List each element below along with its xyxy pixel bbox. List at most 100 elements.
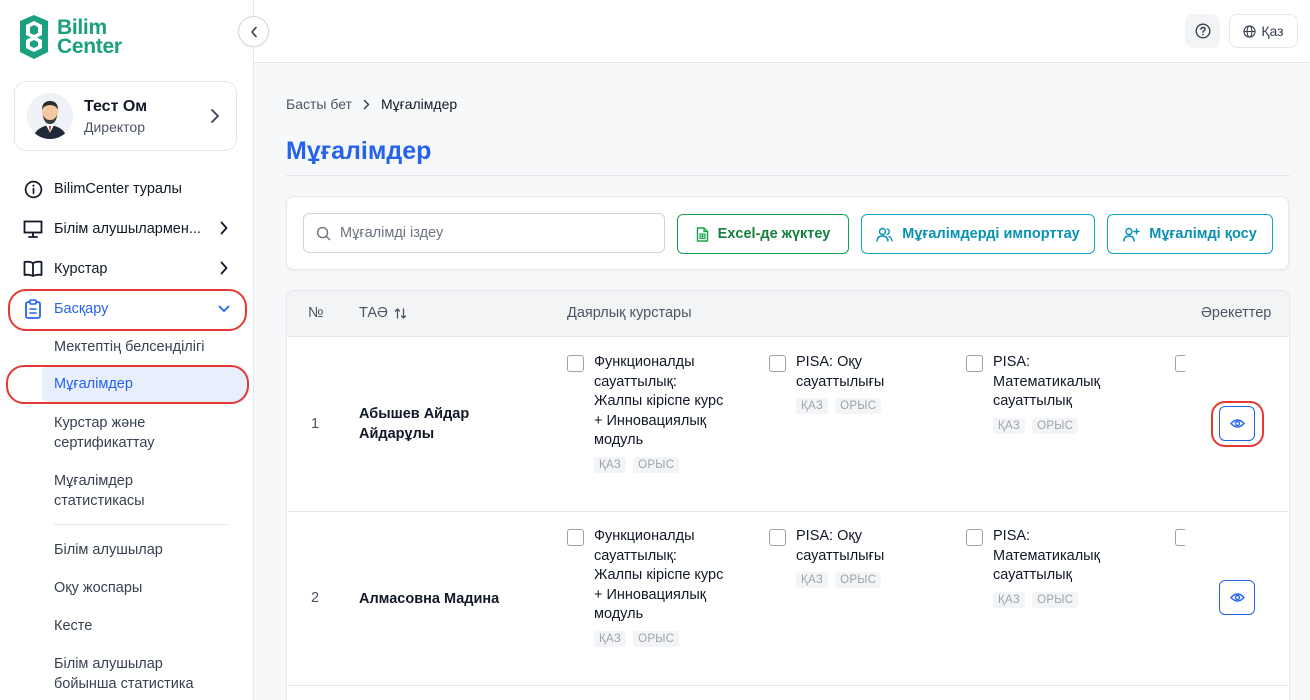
course-item: PISA: Математикалық сауаттылық ҚАЗ ОРЫС — [966, 527, 1126, 608]
nav-item-courses[interactable]: Курстар — [10, 251, 244, 287]
table-header: № ТАӘ Даярлық курстары Әрекеттер — [287, 291, 1289, 337]
import-teachers-button[interactable]: Мұғалімдерді импорттау — [861, 214, 1095, 254]
spreadsheet-file-icon — [696, 226, 709, 242]
table-row: 1 Абышев Айдар Айдарұлы Функционалды сау… — [287, 337, 1289, 512]
subnav-item-teacher-statistics[interactable]: Мұғалімдер статистикасы — [54, 471, 174, 511]
sidebar-divider — [54, 524, 229, 525]
help-circle-icon — [1194, 23, 1211, 39]
header-actions: Әрекеттер — [1201, 305, 1272, 321]
course-checkbox[interactable] — [567, 529, 584, 546]
nav-label: Білім алушылармен... — [54, 221, 201, 237]
nav-item-management[interactable]: Басқару — [10, 291, 244, 327]
subnav-item-school-activity[interactable]: Мектептің белсенділігі — [54, 337, 205, 357]
user-plus-icon — [1123, 227, 1140, 242]
language-tag: ҚАЗ — [993, 417, 1026, 434]
header-num: № — [308, 305, 324, 321]
language-tag: ОРЫС — [1032, 591, 1079, 608]
book-icon — [23, 259, 43, 279]
collapse-sidebar-button[interactable] — [238, 16, 269, 47]
course-item: PISA: Оқу сауаттылығы ҚАЗ ОРЫС — [769, 527, 919, 588]
breadcrumb-current: Мұғалімдер — [380, 96, 458, 112]
users-icon — [876, 227, 893, 242]
add-teacher-button[interactable]: Мұғалімді қосу — [1107, 214, 1273, 254]
nav-item-students[interactable]: Білім алушылармен... — [10, 211, 244, 247]
course-item: Функционалды сауаттылық: Жалпы кіріспе к… — [567, 353, 727, 473]
course-checkbox[interactable] — [966, 529, 983, 546]
monitor-icon — [23, 219, 43, 239]
eye-icon — [1229, 419, 1245, 428]
course-checkbox[interactable] — [769, 529, 786, 546]
subnav-item-courses-certification[interactable]: Курстар және сертификаттау — [54, 413, 204, 453]
view-button[interactable] — [1219, 406, 1255, 441]
logo[interactable]: Bilim Center — [17, 14, 122, 60]
nav-label: Курстар — [54, 261, 108, 277]
title-divider — [286, 175, 1290, 176]
profile-card[interactable]: Тест Ом Директор — [14, 81, 237, 151]
toolbar-card: Excel-де жүктеу Мұғалімдерді импорттау М… — [286, 196, 1289, 270]
subnav-item-teachers[interactable]: Мұғалімдер — [42, 366, 246, 402]
course-checkbox[interactable] — [966, 355, 983, 372]
eye-icon — [1229, 593, 1245, 602]
language-tag: ОРЫС — [835, 572, 882, 588]
language-tag: ОРЫС — [1032, 417, 1079, 434]
search-input[interactable] — [340, 225, 640, 241]
language-tag: ҚАЗ — [594, 630, 627, 647]
language-tag: ОРЫС — [835, 398, 882, 414]
nav-label: Басқару — [54, 301, 109, 317]
nav-item-about[interactable]: BilimCenter туралы — [10, 171, 244, 207]
language-tag: ОРЫС — [633, 630, 680, 647]
avatar-illustration-icon — [27, 93, 73, 139]
logo-text: Bilim Center — [57, 16, 122, 58]
logo-mark-icon — [20, 15, 48, 59]
chevron-right-icon — [220, 221, 228, 235]
language-button[interactable]: Қаз — [1229, 14, 1298, 48]
course-item: PISA: Оқу сауаттылығы ҚАЗ ОРЫС — [769, 353, 919, 414]
profile-name: Тест Ом — [84, 97, 148, 115]
export-excel-label: Excel-де жүктеу — [717, 226, 831, 242]
subnav-item-curriculum[interactable]: Оқу жоспары — [54, 578, 142, 598]
course-title: PISA: Математикалық сауаттылық — [993, 354, 1100, 409]
import-teachers-label: Мұғалімдерді импорттау — [902, 226, 1080, 242]
language-tag: ҚАЗ — [594, 456, 627, 473]
course-checkbox[interactable] — [567, 355, 584, 372]
help-button[interactable] — [1185, 14, 1220, 48]
language-tag: ОРЫС — [633, 456, 680, 473]
subnav-item-student-statistics[interactable]: Білім алушылар бойынша статистика — [54, 654, 214, 694]
header-name[interactable]: ТАӘ — [359, 305, 407, 321]
course-checkbox[interactable] — [1175, 355, 1185, 372]
breadcrumb-home[interactable]: Басты бет — [286, 96, 352, 112]
nav-label: BilimCenter туралы — [54, 181, 182, 197]
chevron-down-icon — [218, 305, 230, 312]
info-icon — [23, 179, 43, 199]
topbar: Қаз — [254, 0, 1310, 63]
profile-role: Директор — [84, 118, 145, 135]
view-button[interactable] — [1219, 580, 1255, 615]
course-item: PISA: Математикалық сауаттылық ҚАЗ ОРЫС — [966, 353, 1126, 434]
avatar — [27, 93, 73, 139]
language-tag: ҚАЗ — [796, 572, 829, 588]
subnav-item-students[interactable]: Білім алушылар — [54, 540, 163, 560]
chevron-left-icon — [250, 26, 257, 37]
header-name-label: ТАӘ — [359, 305, 388, 321]
course-title: Функционалды сауаттылық: Жалпы кіріспе к… — [594, 528, 724, 622]
course-title: Функционалды сауаттылық: Жалпы кіріспе к… — [594, 354, 724, 448]
chevron-right-icon — [211, 109, 219, 123]
course-title: PISA: Оқу сауаттылығы — [796, 528, 885, 564]
row-number: 1 — [311, 416, 320, 432]
language-tag: ҚАЗ — [993, 591, 1026, 608]
header-courses: Даярлық курстары — [567, 305, 692, 321]
search-icon — [316, 226, 331, 240]
export-excel-button[interactable]: Excel-де жүктеу — [677, 214, 849, 254]
course-title: PISA: Математикалық сауаттылық — [993, 528, 1100, 583]
course-item: Функционалды сауаттылық: Жалпы кіріспе к… — [567, 527, 727, 647]
chevron-right-icon — [363, 99, 370, 110]
add-teacher-label: Мұғалімді қосу — [1149, 226, 1257, 242]
sidebar: Bilim Center Тест Ом Директор BilimCente — [0, 0, 254, 700]
course-checkbox[interactable] — [769, 355, 786, 372]
subnav-item-schedule[interactable]: Кесте — [54, 616, 92, 636]
clipboard-icon — [23, 299, 43, 319]
globe-icon — [1243, 24, 1257, 38]
course-checkbox[interactable] — [1175, 529, 1185, 546]
search-box[interactable] — [303, 213, 665, 253]
chevron-right-icon — [220, 261, 228, 275]
